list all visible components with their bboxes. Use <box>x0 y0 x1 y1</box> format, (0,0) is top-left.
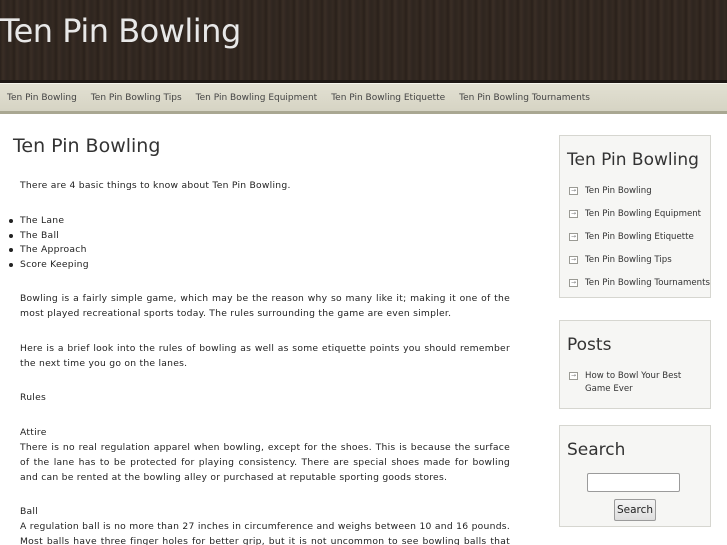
arrow-box-icon: → <box>569 210 578 218</box>
list-item: The Ball <box>9 229 89 244</box>
sidebar-link-tips[interactable]: → Ten Pin Bowling Tips <box>569 254 710 267</box>
nav-item-etiquette[interactable]: Ten Pin Bowling Etiquette <box>331 93 445 103</box>
sidebar-link-ten-pin-bowling[interactable]: → Ten Pin Bowling <box>569 185 710 198</box>
arrow-box-icon: → <box>569 256 578 264</box>
arrow-box-icon: → <box>569 187 578 195</box>
arrow-box-icon: → <box>569 233 578 241</box>
sidebar-link-label: Ten Pin Bowling Tournaments <box>585 278 710 288</box>
post-link[interactable]: → How to Bowl Your Best Game Ever <box>569 370 707 395</box>
sidebar-link-label: Ten Pin Bowling <box>585 186 652 196</box>
arrow-box-icon: → <box>569 372 578 380</box>
sidebar-link-label: Ten Pin Bowling Tips <box>585 255 672 265</box>
post-link-label: How to Bowl Your Best Game Ever <box>585 371 682 394</box>
attire-label: Attire <box>20 427 47 438</box>
paragraph-simple-game: Bowling is a fairly simple game, which m… <box>20 293 510 319</box>
main-nav: Ten Pin Bowling Ten Pin Bowling Tips Ten… <box>0 83 727 114</box>
sidebar-link-etiquette[interactable]: → Ten Pin Bowling Etiquette <box>569 231 710 244</box>
site-header: Ten Pin Bowling <box>0 0 727 83</box>
sidebar-link-label: Ten Pin Bowling Equipment <box>585 209 702 219</box>
posts-widget: Posts → How to Bowl Your Best Game Ever <box>559 320 711 409</box>
list-item: Score Keeping <box>9 258 89 273</box>
search-widget: Search Search <box>559 425 711 527</box>
rules-label: Rules <box>20 392 47 403</box>
sidebar-link-tournaments[interactable]: → Ten Pin Bowling Tournaments <box>569 277 710 290</box>
main-content: Ten Pin Bowling There are 4 basic things… <box>0 127 520 545</box>
pages-widget-title: Ten Pin Bowling <box>567 150 699 170</box>
intro-paragraph: There are 4 basic things to know about T… <box>20 180 291 191</box>
search-widget-title: Search <box>567 440 626 460</box>
pages-widget: Ten Pin Bowling → Ten Pin Bowling → Ten … <box>559 135 711 298</box>
ball-paragraph: A regulation ball is no more than 27 inc… <box>20 521 510 545</box>
nav-item-tournaments[interactable]: Ten Pin Bowling Tournaments <box>459 93 590 103</box>
sidebar-link-equipment[interactable]: → Ten Pin Bowling Equipment <box>569 208 710 221</box>
nav-item-tips[interactable]: Ten Pin Bowling Tips <box>91 93 182 103</box>
arrow-box-icon: → <box>569 279 578 287</box>
paragraph-brief-look: Here is a brief look into the rules of b… <box>20 343 510 369</box>
nav-item-ten-pin-bowling[interactable]: Ten Pin Bowling <box>7 93 77 103</box>
posts-widget-title: Posts <box>567 335 612 355</box>
search-input[interactable] <box>587 473 680 492</box>
list-item: The Approach <box>9 243 89 258</box>
list-item: The Lane <box>9 214 89 229</box>
site-title[interactable]: Ten Pin Bowling <box>0 12 241 50</box>
basics-list: The Lane The Ball The Approach Score Kee… <box>9 214 89 272</box>
ball-label: Ball <box>20 506 39 517</box>
attire-paragraph: There is no real regulation apparel when… <box>20 442 510 483</box>
nav-item-equipment[interactable]: Ten Pin Bowling Equipment <box>196 93 318 103</box>
page-title: Ten Pin Bowling <box>13 135 161 157</box>
search-button[interactable]: Search <box>614 499 656 521</box>
sidebar-link-label: Ten Pin Bowling Etiquette <box>585 232 694 242</box>
